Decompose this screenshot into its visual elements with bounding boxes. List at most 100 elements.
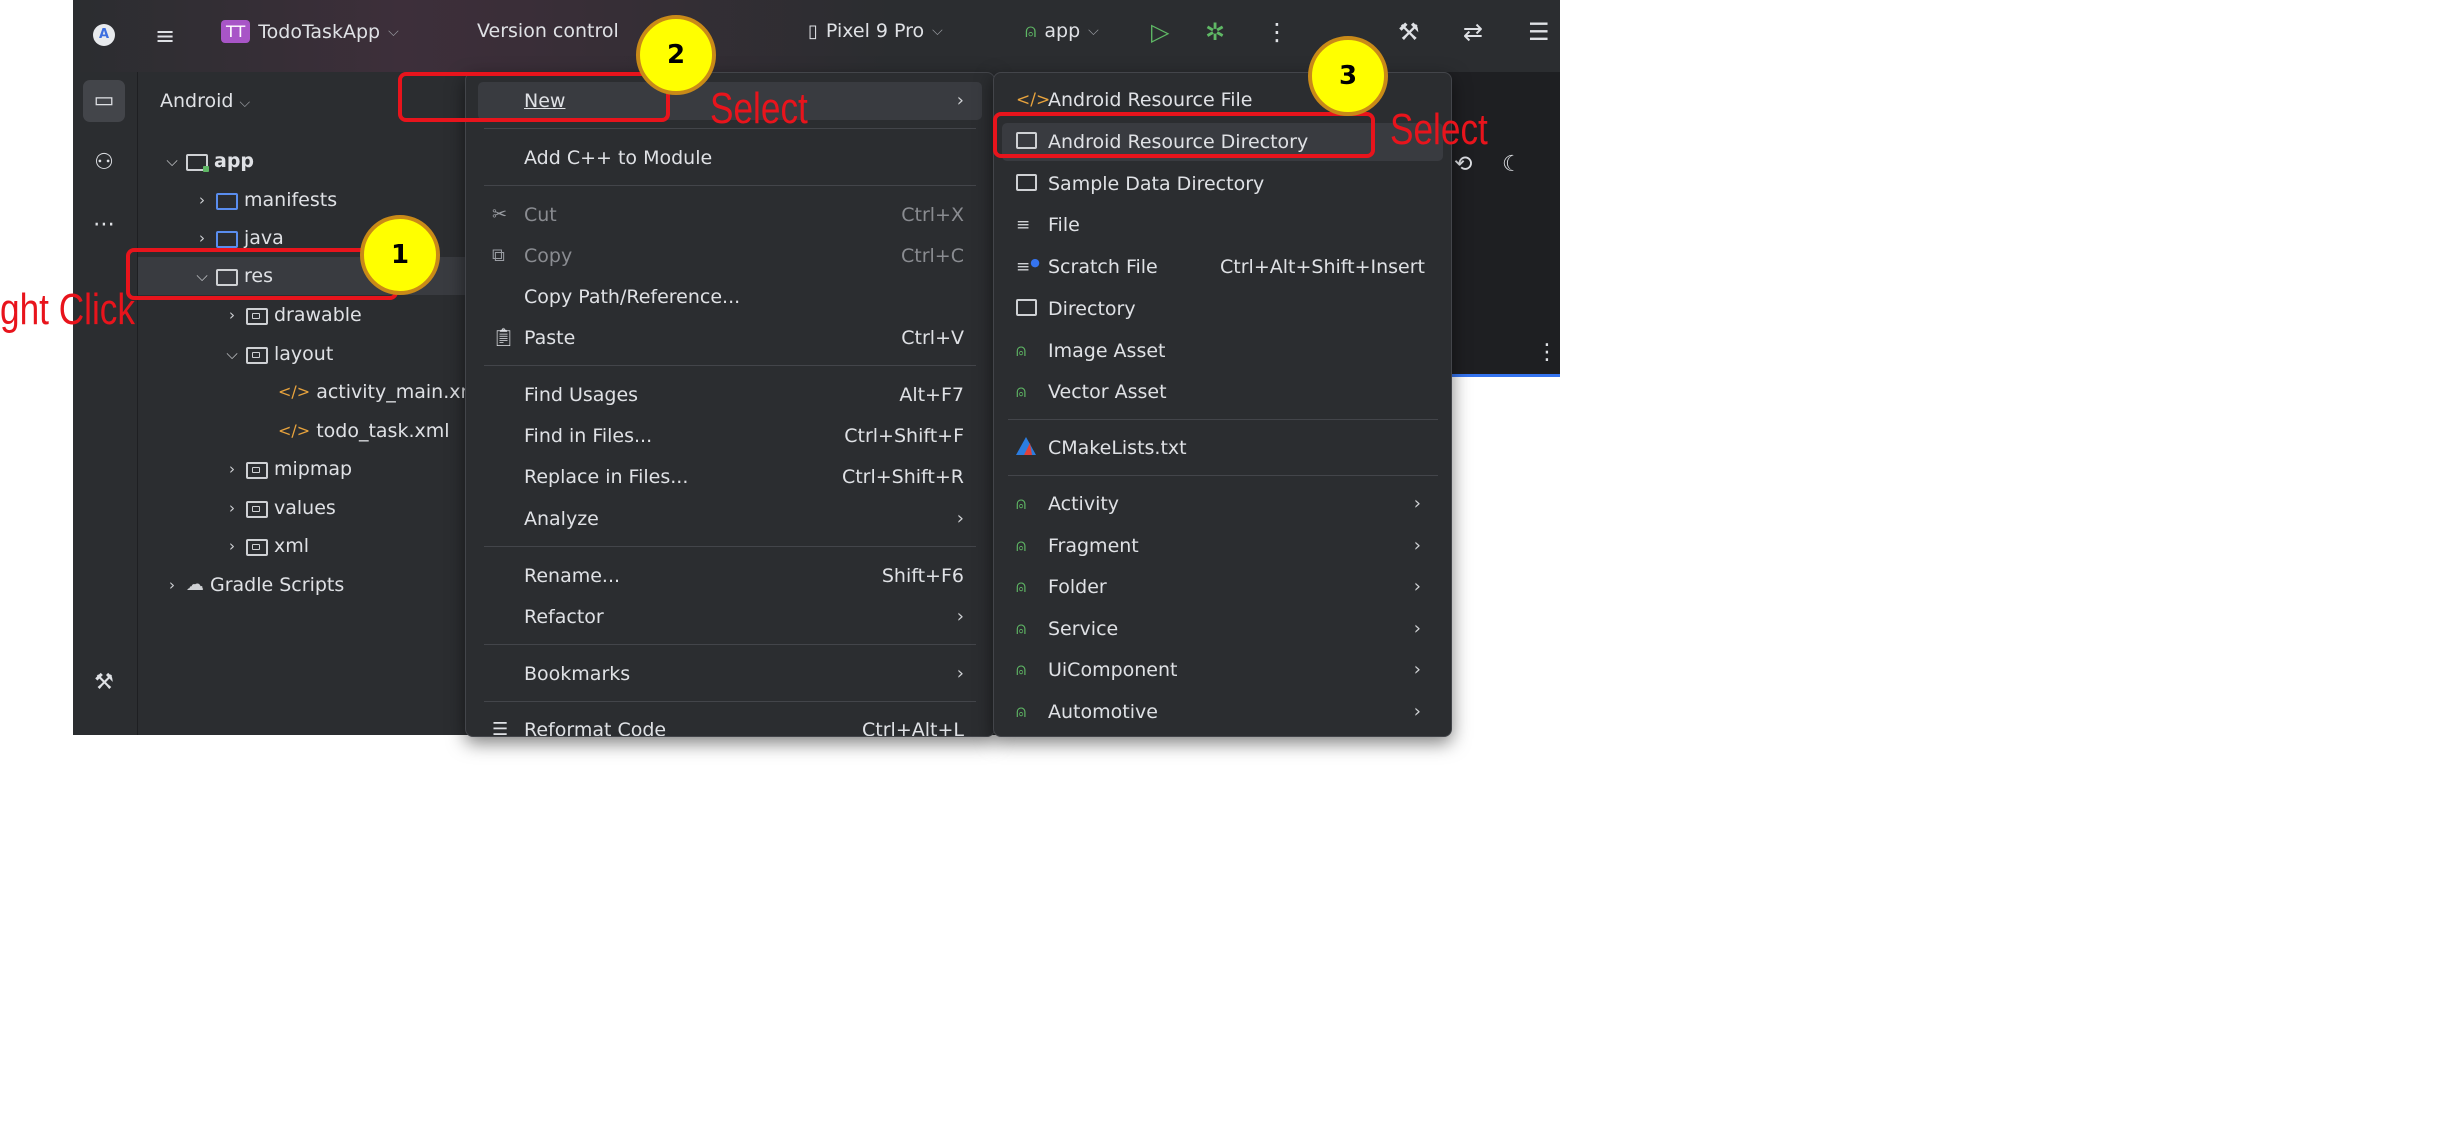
xml-file-icon: </> <box>278 382 311 401</box>
night-mode-icon[interactable]: ☾ <box>1502 152 1522 177</box>
submenu-item-directory[interactable]: Directory <box>1002 290 1443 328</box>
annotation-step-1-text: ght Click <box>0 285 135 334</box>
chevron-right-icon[interactable]: › <box>224 527 240 565</box>
chevron-down-icon: ⌵ <box>1088 23 1099 39</box>
submenu-item-scratch-file[interactable]: ≡● Scratch File Ctrl+Alt+Shift+Insert <box>1002 248 1443 286</box>
chevron-down-icon: ⌵ <box>388 23 399 40</box>
menu-item-label: Reformat Code <box>524 719 667 737</box>
chevron-right-icon[interactable]: › <box>224 296 240 334</box>
menu-item-find-usages[interactable]: Find Usages Alt+F7 <box>478 376 982 414</box>
build-hammer-icon[interactable]: ⚒ <box>83 662 125 704</box>
tree-item-gradle-scripts[interactable]: › ☁ Gradle Scripts <box>164 566 344 604</box>
submenu-item-automotive[interactable]: ⍝ Automotive › <box>1002 693 1443 731</box>
package-folder-icon <box>246 461 268 479</box>
tree-item-mipmap[interactable]: › mipmap <box>224 450 352 488</box>
menu-item-copy-path[interactable]: Copy Path/Reference... <box>478 278 982 316</box>
menu-item-reformat-code[interactable]: ☰ Reformat Code Ctrl+Alt+L <box>478 711 982 737</box>
submenu-item-label: Image Asset <box>1048 340 1166 362</box>
project-folder-icon[interactable]: ▭ <box>83 80 125 122</box>
version-control-menu[interactable]: Version control <box>477 20 619 42</box>
more-vertical-icon[interactable]: ⋮ <box>1265 18 1289 46</box>
android-studio-logo-icon[interactable]: A <box>93 24 115 46</box>
tree-item-manifests[interactable]: › manifests <box>194 181 337 219</box>
resource-manager-icon[interactable]: ⚇ <box>83 142 125 184</box>
run-config-selector[interactable]: ⍝ app ⌵ <box>1025 20 1099 42</box>
menu-item-rename[interactable]: Rename... Shift+F6 <box>478 557 982 595</box>
menu-item-label: Cut <box>524 204 557 226</box>
submenu-item-file[interactable]: ≡ File <box>1002 206 1443 244</box>
menu-item-bookmarks[interactable]: Bookmarks › <box>478 655 982 693</box>
submenu-item-activity[interactable]: ⍝ Activity › <box>1002 485 1443 523</box>
menu-item-replace-in-files[interactable]: Replace in Files... Ctrl+Shift+R <box>478 458 982 496</box>
menu-item-label: Rename... <box>524 565 621 587</box>
chevron-right-icon: › <box>956 90 964 111</box>
clipboard-icon: 📋︎ <box>492 327 515 348</box>
tree-item-label: xml <box>274 535 310 557</box>
project-view-selector[interactable]: Android ⌵ <box>160 90 250 112</box>
menu-item-shortcut: Ctrl+C <box>901 245 964 267</box>
tree-item-label: mipmap <box>274 458 353 480</box>
reformat-icon: ☰ <box>492 719 509 737</box>
submenu-item-image-asset[interactable]: ⍝ Image Asset <box>1002 332 1443 370</box>
annotation-step-2-text: Select <box>710 84 808 133</box>
menu-item-refactor[interactable]: Refactor › <box>478 598 982 636</box>
chevron-down-icon[interactable]: ⌵ <box>164 142 180 180</box>
layout-icon[interactable]: ☰ <box>1528 18 1550 46</box>
menu-item-paste[interactable]: 📋︎ Paste Ctrl+V <box>478 319 982 357</box>
more-horizontal-icon[interactable]: ⋯ <box>83 204 125 246</box>
annotation-step-1-badge: 1 <box>360 215 440 295</box>
tree-item-xml[interactable]: › xml <box>224 527 309 565</box>
chevron-right-icon[interactable]: › <box>224 450 240 488</box>
more-vertical-icon[interactable]: ⋮ <box>1536 340 1558 365</box>
xml-file-icon: </> <box>278 421 311 440</box>
copy-icon: ⧉ <box>492 245 505 266</box>
menu-item-analyze[interactable]: Analyze › <box>478 500 982 538</box>
menu-item-label: Paste <box>524 327 576 349</box>
submenu-item-label: Vector Asset <box>1048 381 1167 403</box>
tree-item-label: todo_task.xml <box>316 420 450 442</box>
android-icon: ⍝ <box>1016 619 1027 639</box>
tree-item-label: app <box>214 150 255 172</box>
device-selector[interactable]: ▯ Pixel 9 Pro ⌵ <box>808 20 943 42</box>
debug-bug-icon[interactable]: ✲ <box>1205 18 1225 46</box>
annotation-step-3-badge: 3 <box>1308 36 1388 116</box>
translate-icon[interactable]: ⇄ <box>1463 18 1483 46</box>
menu-item-add-cpp[interactable]: Add C++ to Module <box>478 139 982 177</box>
menu-item-label: Bookmarks <box>524 663 631 685</box>
chevron-right-icon[interactable]: › <box>164 566 180 604</box>
submenu-item-sample-data-directory[interactable]: Sample Data Directory <box>1002 165 1443 203</box>
chevron-right-icon[interactable]: › <box>224 489 240 527</box>
tree-item-todo-task[interactable]: </> todo_task.xml <box>278 412 450 450</box>
android-icon: ⍝ <box>1016 702 1027 722</box>
menu-item-label: Find in Files... <box>524 425 653 447</box>
tree-item-activity-main[interactable]: </> activity_main.xm <box>278 373 479 411</box>
submenu-item-vector-asset[interactable]: ⍝ Vector Asset <box>1002 373 1443 411</box>
chevron-right-icon[interactable]: › <box>194 181 210 219</box>
submenu-item-uicomponent[interactable]: ⍝ UiComponent › <box>1002 651 1443 689</box>
submenu-item-cmakelists[interactable]: CMakeLists.txt <box>1002 429 1443 467</box>
submenu-item-label: Folder <box>1048 576 1107 598</box>
submenu-item-service[interactable]: ⍝ Service › <box>1002 610 1443 648</box>
submenu-item-label: Service <box>1048 618 1119 640</box>
package-folder-icon <box>246 307 268 325</box>
menu-item-shortcut: Ctrl+Alt+L <box>862 719 964 737</box>
folder-icon <box>1016 290 1037 328</box>
tree-item-drawable[interactable]: › drawable <box>224 296 362 334</box>
submenu-item-folder[interactable]: ⍝ Folder › <box>1002 568 1443 606</box>
tree-item-layout[interactable]: ⌵ layout <box>224 335 333 373</box>
context-menu: New › Add C++ to Module ✂ Cut Ctrl+X ⧉ C… <box>465 72 995 737</box>
android-icon: ⍝ <box>1016 577 1027 597</box>
main-menu-icon[interactable]: ≡ <box>155 22 175 50</box>
tree-item-values[interactable]: › values <box>224 489 336 527</box>
run-icon[interactable]: ▷ <box>1151 18 1169 46</box>
build-hammer-icon[interactable]: ⚒ <box>1398 18 1420 46</box>
menu-item-cut[interactable]: ✂ Cut Ctrl+X <box>478 196 982 234</box>
project-selector[interactable]: TT TodoTaskApp ⌵ <box>221 20 399 43</box>
menu-item-shortcut: Ctrl+X <box>901 204 964 226</box>
menu-item-copy[interactable]: ⧉ Copy Ctrl+C <box>478 237 982 275</box>
rotate-icon[interactable]: ⟲ <box>1454 152 1472 177</box>
tree-item-app[interactable]: ⌵ app <box>164 142 254 180</box>
chevron-down-icon[interactable]: ⌵ <box>224 335 240 373</box>
menu-item-find-in-files[interactable]: Find in Files... Ctrl+Shift+F <box>478 417 982 455</box>
submenu-item-fragment[interactable]: ⍝ Fragment › <box>1002 527 1443 565</box>
